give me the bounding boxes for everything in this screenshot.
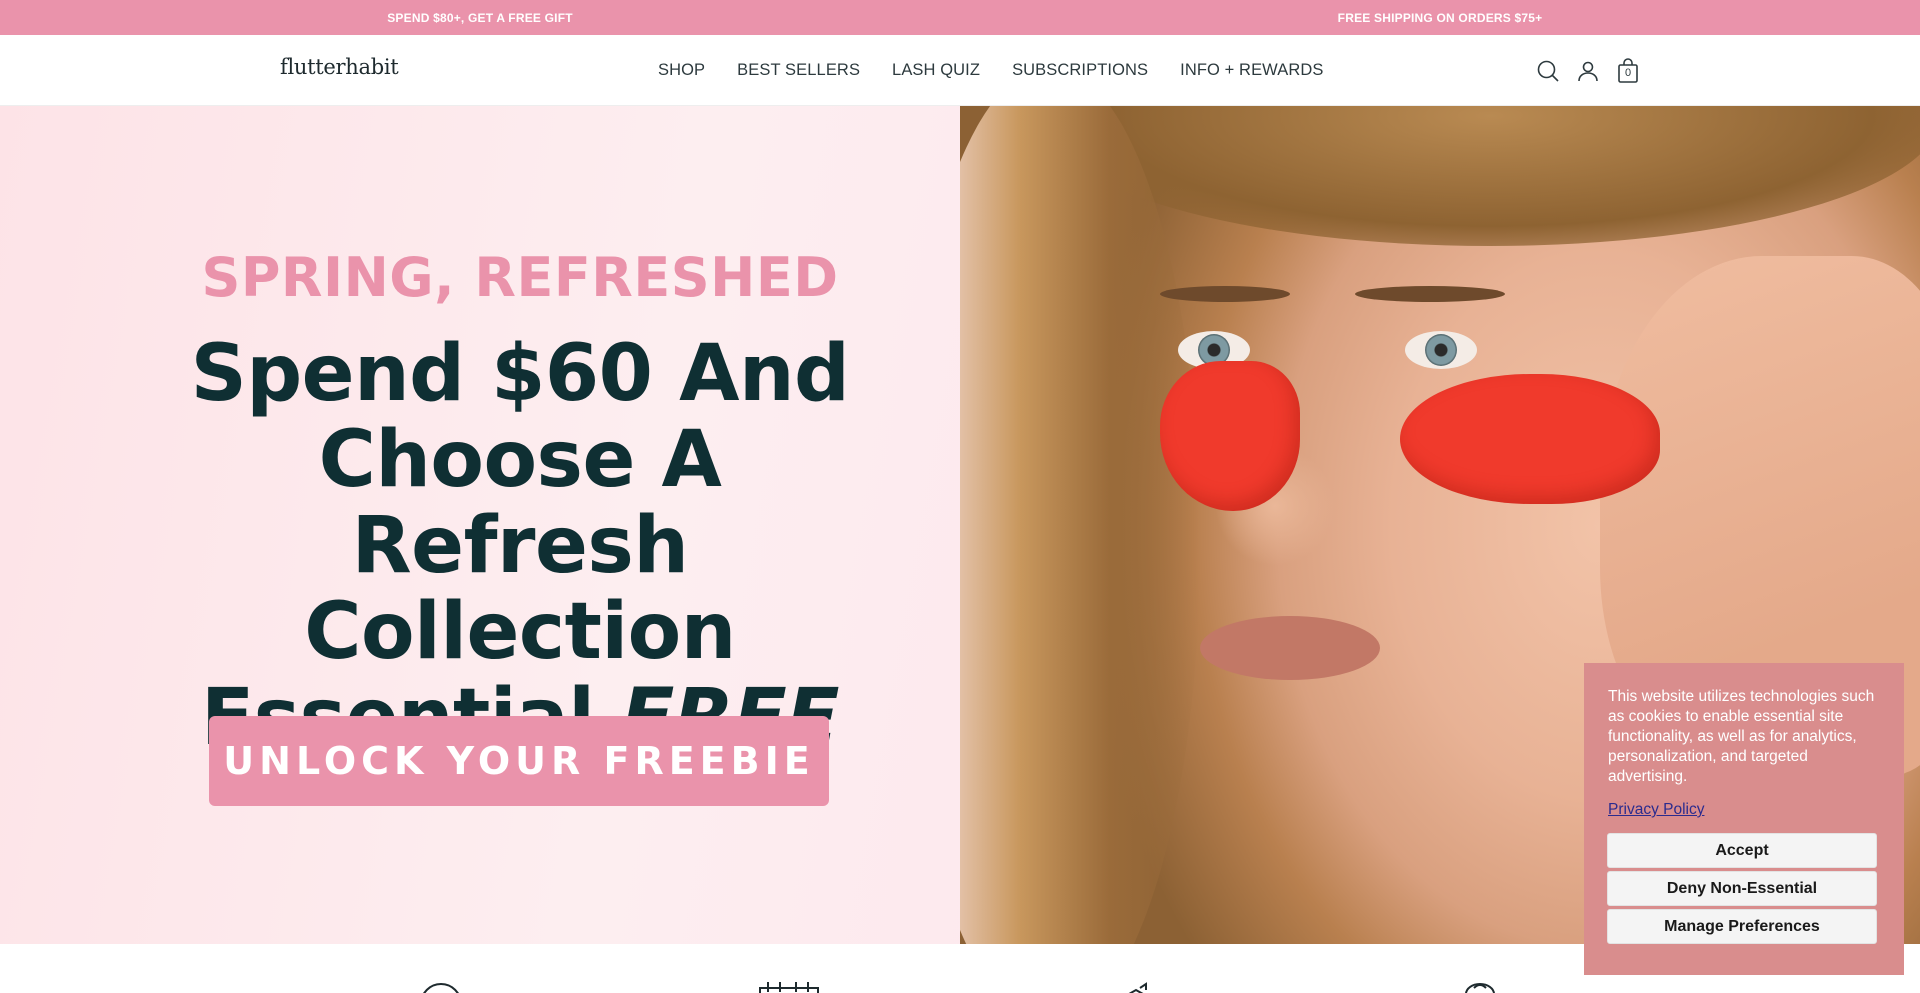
- nav-best-sellers[interactable]: BEST SELLERS: [737, 61, 860, 80]
- hero-kicker: SPRING, REFRESHED: [201, 246, 839, 309]
- cart-count: 0: [1624, 67, 1632, 79]
- announcement-free-gift[interactable]: SPEND $80+, GET A FREE GIFT: [0, 0, 960, 35]
- gift-icon: [1462, 980, 1508, 993]
- main-nav: SHOP BEST SELLERS LASH QUIZ SUBSCRIPTION…: [658, 35, 1355, 106]
- accept-cookies-button[interactable]: Accept: [1607, 833, 1877, 868]
- headline-line-2: Choose A Refresh: [318, 415, 722, 591]
- nav-info-rewards[interactable]: INFO + REWARDS: [1180, 61, 1323, 80]
- headline-line-3: Collection: [304, 587, 736, 677]
- nav-lash-quiz[interactable]: LASH QUIZ: [892, 61, 980, 80]
- clock-icon: [418, 980, 464, 993]
- account-icon[interactable]: [1575, 58, 1601, 84]
- nav-subscriptions[interactable]: SUBSCRIPTIONS: [1012, 61, 1148, 80]
- site-header: flutterhabit SHOP BEST SELLERS LASH QUIZ…: [0, 35, 1920, 106]
- logo[interactable]: flutterhabit: [280, 55, 399, 79]
- hero-copy: SPRING, REFRESHED Spend $60 And Choose A…: [140, 246, 900, 761]
- search-icon[interactable]: [1535, 58, 1561, 84]
- manage-preferences-button[interactable]: Manage Preferences: [1607, 909, 1877, 944]
- headline-line-1: Spend $60 And: [190, 329, 850, 419]
- header-icons: 0: [1535, 58, 1641, 84]
- announcement-free-shipping[interactable]: FREE SHIPPING ON ORDERS $75+: [960, 0, 1920, 35]
- box-arrow-icon: [1118, 980, 1164, 993]
- unlock-freebie-button[interactable]: UNLOCK YOUR FREEBIE: [209, 716, 829, 806]
- cookie-message: This website utilizes technologies such …: [1608, 688, 1875, 785]
- privacy-policy-link[interactable]: Privacy Policy: [1608, 801, 1704, 819]
- hero-headline: Spend $60 And Choose A Refresh Collectio…: [140, 331, 900, 761]
- announcement-bar: SPEND $80+, GET A FREE GIFT FREE SHIPPIN…: [0, 0, 1920, 35]
- nav-shop[interactable]: SHOP: [658, 61, 705, 80]
- deny-non-essential-button[interactable]: Deny Non-Essential: [1607, 871, 1877, 906]
- cookie-consent-panel: This website utilizes technologies such …: [1584, 663, 1904, 975]
- calendar-icon: [758, 980, 819, 993]
- cart-bag-icon[interactable]: 0: [1615, 58, 1641, 84]
